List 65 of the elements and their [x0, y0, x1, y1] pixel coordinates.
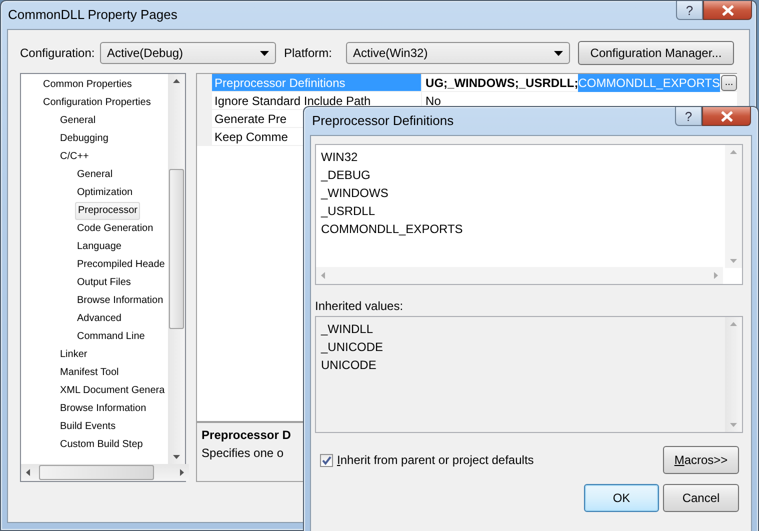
close-button[interactable]: [703, 1, 752, 20]
definition-line: _WINDOWS: [321, 186, 388, 201]
definitions-field[interactable]: WIN32 _DEBUG _WINDOWS _USRDLL COMMONDLL_EXPORTS: [315, 144, 743, 285]
horizontal-scrollbar[interactable]: [316, 267, 723, 284]
caret-icon: [260, 50, 269, 56]
inherited-value-line: _UNICODE: [321, 340, 384, 355]
help-button[interactable]: ?: [675, 107, 702, 126]
tree-item[interactable]: Preprocessor: [75, 202, 140, 220]
close-icon: [720, 110, 734, 122]
ok-button[interactable]: OK: [584, 484, 659, 512]
platform-dropdown[interactable]: Active(Win32): [346, 42, 570, 64]
configuration-label: Configuration:: [20, 45, 96, 62]
tree-item[interactable]: General: [58, 112, 98, 130]
tree-item[interactable]: Code Generation: [75, 220, 156, 238]
browse-button[interactable]: ...: [721, 74, 737, 90]
tree-item[interactable]: Browse Information: [75, 292, 166, 310]
tree-item[interactable]: Linker: [58, 346, 90, 364]
tree-item[interactable]: Precompiled Heade: [75, 256, 167, 274]
tree-item[interactable]: Configuration Properties: [41, 94, 153, 112]
vertical-scrollbar[interactable]: [725, 317, 742, 432]
checkbox-label: Inherit from parent or project defaults: [337, 452, 534, 469]
tree-item[interactable]: Optimization: [75, 184, 135, 202]
tree-item[interactable]: Advanced: [75, 310, 124, 328]
macros-button[interactable]: Macros>>: [663, 446, 739, 474]
configuration-dropdown[interactable]: Active(Debug): [100, 42, 276, 64]
definition-line: _DEBUG: [321, 168, 370, 183]
inherited-values-label: Inherited values:: [315, 298, 404, 313]
cancel-button[interactable]: Cancel: [663, 484, 739, 512]
configuration-manager-button[interactable]: Configuration Manager...: [578, 41, 734, 65]
tree-item[interactable]: XML Document Genera: [58, 382, 167, 400]
definition-line: COMMONDLL_EXPORTS: [321, 222, 463, 237]
vertical-scrollbar[interactable]: [725, 145, 742, 268]
inherited-value-line: UNICODE: [321, 358, 376, 373]
tree-item[interactable]: Custom Build Step: [58, 436, 145, 454]
inherited-value-line: _WINDLL: [321, 322, 374, 337]
definition-line: WIN32: [321, 150, 358, 165]
tree-item[interactable]: Language: [75, 238, 124, 256]
dialog-title: Preprocessor Definitions: [312, 112, 454, 130]
tree-item[interactable]: Manifest Tool: [58, 364, 121, 382]
tree-item[interactable]: Output Files: [75, 274, 133, 292]
dropdown-value: Active(Win32): [353, 45, 428, 62]
property-name[interactable]: Ignore Standard Include Path: [212, 92, 421, 109]
tree-item[interactable]: C/C++: [58, 148, 91, 166]
window-title: CommonDLL Property Pages: [8, 6, 178, 24]
property-value: UG;_WINDOWS;_USRDLL;: [426, 74, 578, 92]
tree-item[interactable]: Build Events: [58, 418, 118, 436]
tree-item[interactable]: Browse Information: [58, 400, 148, 418]
property-value: No: [426, 92, 441, 110]
horizontal-scrollbar[interactable]: [21, 464, 189, 481]
platform-label: Platform:: [284, 45, 334, 62]
tree-item[interactable]: General: [75, 166, 115, 184]
selected-text: COMMONDLL_EXPORTS: [578, 74, 720, 92]
tree-item[interactable]: Debugging: [58, 130, 110, 148]
help-button[interactable]: ?: [676, 1, 703, 20]
close-button[interactable]: [702, 107, 751, 126]
close-icon: [720, 4, 734, 16]
description-title: Preprocessor D: [202, 428, 291, 442]
tree-item[interactable]: Command Line: [75, 328, 147, 346]
caret-icon: [554, 50, 563, 56]
description-text: Specifies one o: [202, 446, 284, 460]
vertical-scrollbar[interactable]: [168, 74, 185, 464]
definition-line: _USRDLL: [321, 204, 376, 219]
tree-item[interactable]: Common Properties: [41, 76, 134, 94]
checkbox[interactable]: [320, 454, 333, 466]
dropdown-value: Active(Debug): [107, 45, 184, 62]
